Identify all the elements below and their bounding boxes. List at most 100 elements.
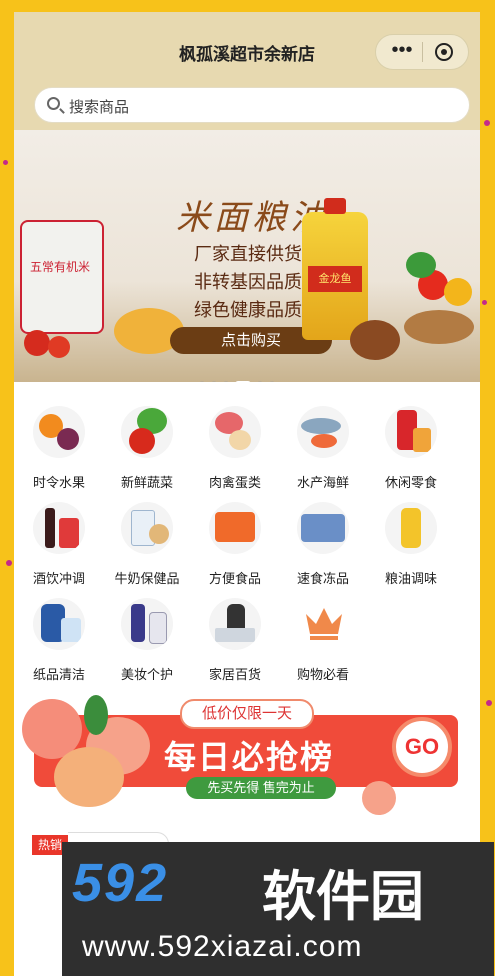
daily-deals-banner[interactable]: 低价仅限一天 每日必抢榜 先买先得 售完为止 GO: [14, 677, 480, 835]
confetti-dot: [3, 160, 8, 165]
deals-title: 每日必抢榜: [164, 739, 335, 775]
peach-half-image: [54, 747, 124, 807]
category-label: 时令水果: [32, 475, 85, 490]
tomato-shape: [129, 428, 155, 454]
category-label: 酒饮冲调: [32, 571, 85, 586]
category-label: 水产海鲜: [296, 475, 349, 490]
watermark-brand-digits: 592: [72, 853, 169, 913]
box-shape: [215, 628, 255, 642]
go-button[interactable]: GO: [392, 717, 452, 777]
confetti-dot: [482, 300, 487, 305]
promo-banner[interactable]: 五常有机米 米面粮油 厂家直接供货 非转基因品质 绿色健康品质 点击购买 金龙鱼: [14, 130, 480, 382]
oil-bottle-image: 金龙鱼: [302, 198, 368, 340]
carousel-dot: [223, 381, 229, 382]
drinks-icon: [33, 502, 85, 554]
search-bar[interactable]: 搜索商品: [34, 87, 470, 123]
watermark-url: www.592xiazai.com: [82, 930, 363, 963]
meat-icon: [209, 406, 261, 458]
phone-screen: 枫孤溪超市余新店 ••• 搜索商品 五常有机米 米面粮油 厂家直接供货 非转基因…: [14, 12, 480, 976]
peach-image: [362, 781, 396, 815]
wine-bottle-shape: [45, 508, 55, 548]
crown-icon: [306, 608, 342, 640]
shampoo-shape: [131, 604, 145, 642]
close-target-icon[interactable]: [435, 43, 453, 61]
search-icon: [47, 97, 60, 110]
grape-shape: [57, 428, 79, 450]
capsule-divider: [422, 42, 423, 62]
fish-shape: [301, 418, 341, 434]
category-label: 肉禽蛋类: [208, 475, 261, 490]
category-must-see[interactable]: 购物必看: [278, 588, 368, 682]
deals-subtitle: 先买先得 售完为止: [186, 777, 336, 799]
confetti-dot: [6, 560, 12, 566]
rice-bag-text: 五常有机米: [30, 260, 91, 274]
category-instant-food[interactable]: 方便食品: [190, 492, 280, 586]
category-label: 粮油调味: [384, 571, 437, 586]
tomato-image: [24, 330, 50, 356]
cleaning-icon: [33, 598, 85, 650]
banner-line-2: 非转基因品质: [194, 272, 302, 292]
category-dairy-health[interactable]: 牛奶保健品: [102, 492, 192, 586]
nuts-bowl-image: [350, 320, 400, 360]
pepper-image: [444, 278, 472, 306]
category-oil-seasoning[interactable]: 粮油调味: [366, 492, 456, 586]
confetti-dot: [484, 120, 490, 126]
oil-bottle-shape: [401, 508, 421, 548]
frozen-food-icon: [297, 502, 349, 554]
banner-line-3: 绿色健康品质: [194, 300, 302, 320]
tissue-shape: [61, 618, 81, 642]
category-meat-eggs[interactable]: 肉禽蛋类: [190, 396, 280, 490]
rice-bag-image: 五常有机米: [20, 220, 104, 334]
category-seafood[interactable]: 水产海鲜: [278, 396, 368, 490]
grain-bowl-image: [404, 310, 474, 344]
shrimp-shape: [311, 434, 337, 448]
banner-line-1: 厂家直接供货: [194, 244, 302, 264]
snacks-icon: [385, 406, 437, 458]
oil-icon: [385, 502, 437, 554]
category-label: 方便食品: [208, 571, 261, 586]
household-icon: [209, 598, 261, 650]
deals-tag: 低价仅限一天: [180, 699, 314, 729]
category-label: 休闲零食: [384, 475, 437, 490]
milk-icon: [121, 502, 173, 554]
category-vegetables[interactable]: 新鲜蔬菜: [102, 396, 192, 490]
category-frozen-food[interactable]: 速食冻品: [278, 492, 368, 586]
lotion-shape: [149, 612, 167, 644]
category-paper-cleaning[interactable]: 纸品清洁: [14, 588, 104, 682]
category-drinks[interactable]: 酒饮冲调: [14, 492, 104, 586]
frozen-pack-shape: [301, 514, 345, 542]
drink-box-shape: [59, 518, 79, 548]
category-label: 牛奶保健品: [114, 571, 180, 586]
noodle-pack-shape: [215, 512, 255, 542]
header: 枫孤溪超市余新店 ••• 搜索商品: [14, 12, 480, 130]
vegetable-icon: [121, 406, 173, 458]
bottle-cap: [324, 198, 346, 214]
category-label: 新鲜蔬菜: [120, 475, 173, 490]
beauty-icon: [121, 598, 173, 650]
carousel-dot: [211, 381, 217, 382]
mini-program-capsule[interactable]: •••: [375, 34, 469, 70]
seafood-icon: [297, 406, 349, 458]
category-beauty-care[interactable]: 美妆个护: [102, 588, 192, 682]
category-label: 速食冻品: [296, 571, 349, 586]
tomato-image: [48, 336, 70, 358]
watermark: 592 软件园 www.592xiazai.com: [62, 842, 494, 976]
carousel-dot: [257, 381, 263, 382]
broccoli-image: [406, 252, 436, 278]
snack-sticks-shape: [413, 428, 431, 452]
instant-food-icon: [209, 502, 261, 554]
carousel-dot: [269, 381, 275, 382]
confetti-dot: [486, 700, 492, 706]
carousel-dot: [199, 381, 205, 382]
bread-shape: [149, 524, 169, 544]
category-snacks[interactable]: 休闲零食: [366, 396, 456, 490]
egg-shape: [229, 430, 251, 450]
watermark-brand-text: 软件园: [262, 867, 424, 927]
search-placeholder: 搜索商品: [69, 99, 130, 116]
category-household[interactable]: 家居百货: [190, 588, 280, 682]
category-fruit[interactable]: 时令水果: [14, 396, 104, 490]
bottle-label: 金龙鱼: [308, 266, 362, 292]
more-icon[interactable]: •••: [388, 35, 416, 69]
carousel-dot-active: [235, 381, 251, 382]
carousel-indicator[interactable]: [199, 374, 299, 382]
